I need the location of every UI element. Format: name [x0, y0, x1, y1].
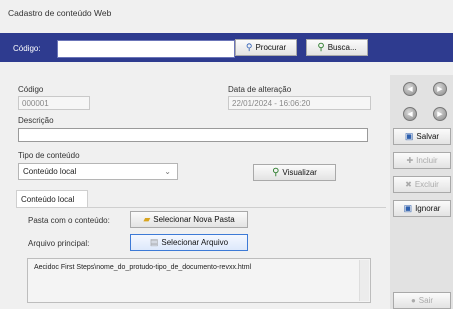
ignorar-button[interactable]: ▣ Ignorar: [393, 200, 451, 217]
visualizar-button[interactable]: ⚲ Visualizar: [253, 164, 336, 181]
busca-button-label: Busca...: [327, 43, 357, 52]
pasta-label: Pasta com o conteúdo:: [28, 216, 110, 225]
textarea-scrollbar[interactable]: [359, 260, 369, 301]
next-record-icon[interactable]: ▶: [433, 82, 447, 96]
visualizar-button-label: Visualizar: [282, 168, 317, 177]
incluir-label: Incluir: [416, 156, 438, 165]
sair-label: Sair: [418, 296, 434, 305]
file-icon: ▤: [149, 237, 159, 247]
data-alteracao-label: Data de alteração: [228, 85, 292, 94]
previous-record-icon[interactable]: ◀: [403, 107, 417, 121]
busca-button[interactable]: ⚲ Busca...: [306, 39, 368, 56]
folder-icon: ▰: [143, 214, 151, 224]
tipo-conteudo-label: Tipo de conteúdo: [18, 151, 80, 160]
procurar-button[interactable]: ⚲ Procurar: [235, 39, 297, 56]
magnifier-icon: ⚲: [272, 167, 280, 178]
search-people-icon: ⚲: [245, 42, 253, 52]
selecionar-nova-pasta-label: Selecionar Nova Pasta: [153, 215, 235, 224]
add-icon: ✚: [406, 156, 414, 165]
incluir-button[interactable]: ✚ Incluir: [393, 152, 451, 169]
excluir-button[interactable]: ✖ Excluir: [393, 176, 451, 193]
selecionar-nova-pasta-button[interactable]: ▰ Selecionar Nova Pasta: [130, 211, 248, 228]
first-record-icon[interactable]: ◀: [403, 82, 417, 96]
arquivo-path-text: Aecidoc First Steps\nome_do_protudo-tipo…: [34, 264, 252, 271]
tipo-conteudo-select[interactable]: Conteúdo local ⌄: [18, 163, 178, 180]
data-alteracao-field: 22/01/2024 - 16:06:20: [228, 96, 371, 110]
arquivo-principal-label: Arquivo principal:: [28, 239, 90, 248]
tab-conteudo-local[interactable]: Conteúdo local: [16, 190, 88, 208]
ignorar-label: Ignorar: [415, 204, 441, 213]
sair-button[interactable]: ● Sair: [393, 292, 451, 309]
salvar-button[interactable]: ▣ Salvar: [393, 128, 451, 145]
selecionar-arquivo-label: Selecionar Arquivo: [161, 238, 229, 247]
descricao-label: Descrição: [18, 116, 54, 125]
codigo-label: Código: [18, 85, 44, 94]
search-code-input[interactable]: [57, 40, 235, 58]
chevron-down-icon: ⌄: [164, 167, 171, 176]
arquivo-path-textarea[interactable]: Aecidoc First Steps\nome_do_protudo-tipo…: [27, 258, 371, 303]
delete-icon: ✖: [405, 180, 412, 189]
salvar-label: Salvar: [416, 132, 440, 141]
search-code-label: Código:: [13, 44, 41, 53]
last-record-icon[interactable]: ▶: [433, 107, 447, 121]
excluir-label: Excluir: [414, 180, 439, 189]
procurar-button-label: Procurar: [255, 43, 287, 52]
magnifier-icon: ⚲: [317, 42, 325, 53]
selecionar-arquivo-button[interactable]: ▤ Selecionar Arquivo: [130, 234, 248, 251]
codigo-field: 000001: [18, 96, 90, 110]
tipo-conteudo-value: Conteúdo local: [23, 167, 77, 176]
exit-icon: ●: [410, 296, 416, 305]
floppy-disk-icon: ▣: [404, 131, 414, 141]
descricao-input[interactable]: [18, 128, 368, 142]
undo-icon: ▣: [403, 203, 413, 213]
window-title: Cadastro de conteúdo Web: [8, 8, 112, 18]
